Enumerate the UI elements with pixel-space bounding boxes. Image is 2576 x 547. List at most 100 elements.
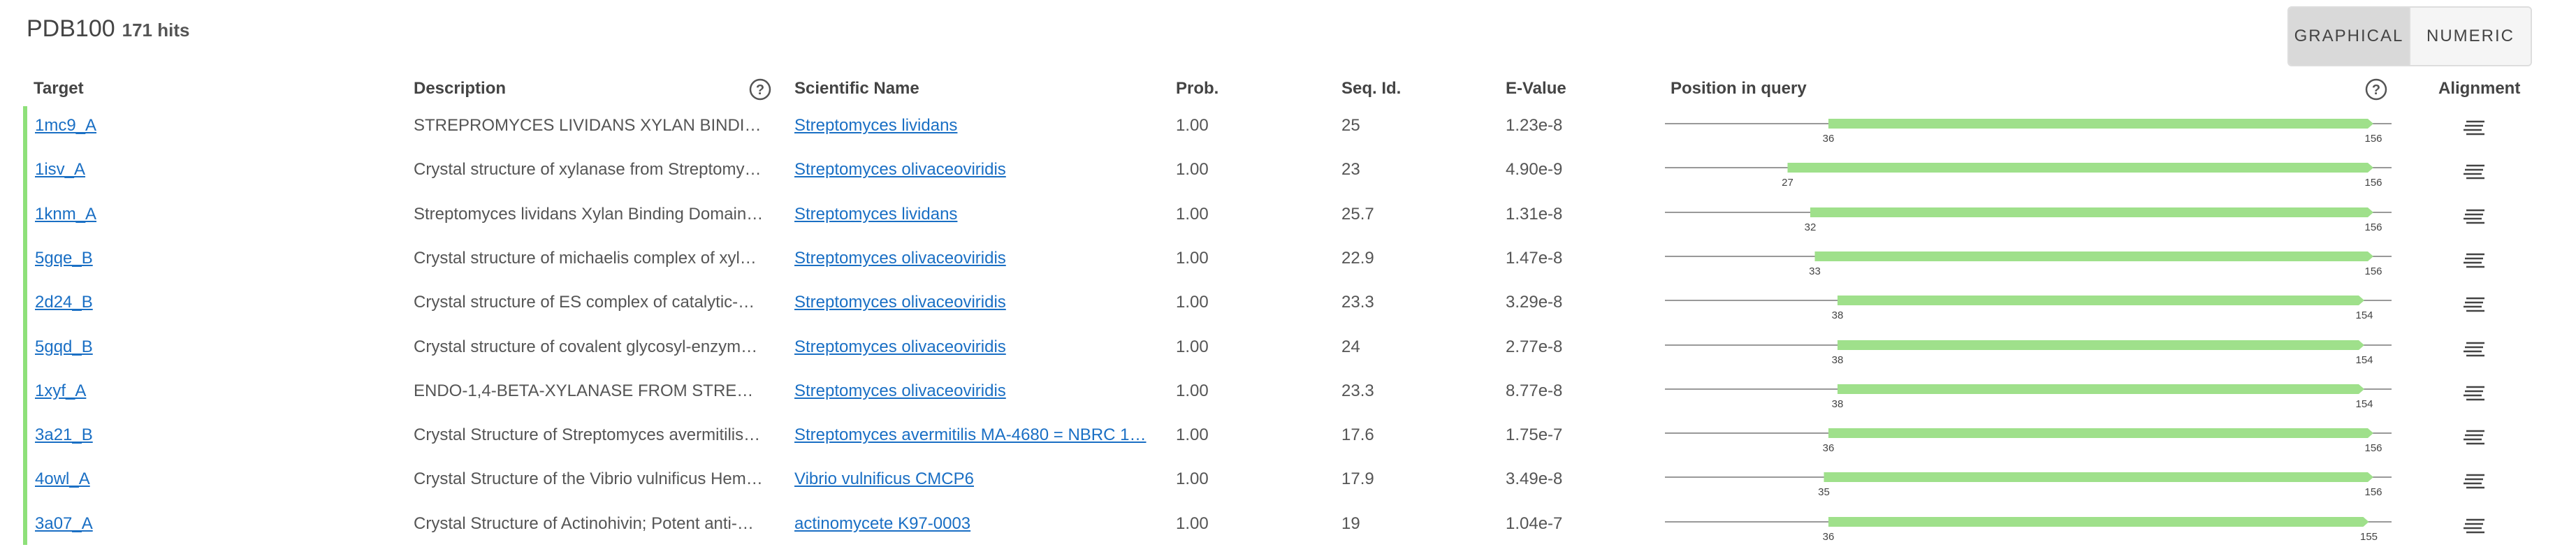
scientific-name-link[interactable]: actinomycete K97-0003 xyxy=(794,513,1165,535)
table-row[interactable]: 3a07_A Crystal Structure of Actinohivin; … xyxy=(0,503,2576,547)
query-position-track: 36 156 xyxy=(1665,119,2392,145)
aligned-region-bar[interactable] xyxy=(1787,163,2374,173)
table-row[interactable]: 5gqd_B Crystal structure of covalent glyc… xyxy=(0,326,2576,370)
table-row[interactable]: 5gqe_B Crystal structure of michaelis com… xyxy=(0,238,2576,282)
alignment-lines-icon[interactable] xyxy=(2464,428,2484,445)
target-link[interactable]: 1knm_A xyxy=(35,203,161,226)
aligned-region-bar[interactable] xyxy=(1828,119,2373,129)
column-header-prob[interactable]: Prob. xyxy=(1176,79,1218,99)
aligned-region-bar[interactable] xyxy=(1814,251,2374,261)
query-position-track: 36 155 xyxy=(1665,516,2392,543)
aligned-region-bar[interactable] xyxy=(1838,340,2364,350)
alignment-lines-icon[interactable] xyxy=(2464,251,2484,268)
target-link[interactable]: 1xyf_A xyxy=(35,380,161,402)
alignment-lines-icon[interactable] xyxy=(2464,340,2484,357)
alignment-lines-icon[interactable] xyxy=(2464,119,2484,136)
query-position-track: 32 156 xyxy=(1665,207,2392,233)
seq-id-value: 24 xyxy=(1341,337,1360,356)
alignment-lines-icon[interactable] xyxy=(2464,517,2484,534)
scientific-name-link[interactable]: Streptomyces olivaceoviridis xyxy=(794,291,1165,314)
graphical-toggle-button[interactable]: GRAPHICAL xyxy=(2289,8,2409,65)
help-icon[interactable]: ? xyxy=(2365,78,2387,101)
target-link[interactable]: 5gqd_B xyxy=(35,336,161,358)
svg-text:?: ? xyxy=(756,82,764,98)
hit-count: 171 hits xyxy=(122,20,190,41)
query-position-track: 33 156 xyxy=(1665,251,2392,277)
scientific-name-link[interactable]: Streptomyces avermitilis MA-4680 = NBRC … xyxy=(794,424,1165,446)
alignment-lines-icon[interactable] xyxy=(2464,296,2484,312)
alignment-lines-icon[interactable] xyxy=(2464,207,2484,224)
query-position-track: 36 156 xyxy=(1665,428,2392,454)
seq-id-value: 25 xyxy=(1341,116,1360,135)
scientific-name-link[interactable]: Vibrio vulnificus CMCP6 xyxy=(794,468,1165,490)
prob-value: 1.00 xyxy=(1176,204,1209,224)
scientific-name-link[interactable]: Streptomyces lividans xyxy=(794,203,1165,226)
start-position-label: 36 xyxy=(1823,133,1835,145)
seq-id-value: 23.3 xyxy=(1341,381,1374,400)
query-position-track: 27 156 xyxy=(1665,163,2392,189)
seq-id-value: 23.3 xyxy=(1341,293,1374,312)
scientific-name-link[interactable]: Streptomyces lividans xyxy=(794,115,1165,137)
table-row[interactable]: 1knm_A Streptomyces lividans Xylan Bindin… xyxy=(0,194,2576,238)
target-link[interactable]: 4owl_A xyxy=(35,468,161,490)
column-header-target[interactable]: Target xyxy=(34,79,84,99)
column-header-description[interactable]: Description xyxy=(414,79,506,99)
alignment-lines-icon[interactable] xyxy=(2464,472,2484,489)
target-link[interactable]: 3a21_B xyxy=(35,424,161,446)
column-header-alignment: Alignment xyxy=(2438,79,2521,98)
table-row[interactable]: 1isv_A Crystal structure of xylanase from… xyxy=(0,149,2576,193)
evalue-value: 3.29e-8 xyxy=(1506,293,1563,312)
target-link[interactable]: 3a07_A xyxy=(35,513,161,535)
column-header-scientific-name[interactable]: Scientific Name xyxy=(794,79,919,99)
target-link[interactable]: 5gqe_B xyxy=(35,247,161,270)
aligned-region-bar[interactable] xyxy=(1828,516,2369,527)
aligned-region-bar[interactable] xyxy=(1838,384,2364,394)
description-text: Crystal structure of xylanase from Strep… xyxy=(414,160,762,180)
table-row[interactable]: 1mc9_A STREPROMYCES LIVIDANS XYLAN BINDI…… xyxy=(0,105,2576,149)
table-row[interactable]: 3a21_B Crystal Structure of Streptomyces … xyxy=(0,414,2576,458)
prob-value: 1.00 xyxy=(1176,116,1209,135)
start-position-label: 38 xyxy=(1832,309,1844,321)
start-position-label: 38 xyxy=(1832,398,1844,410)
aligned-region-bar[interactable] xyxy=(1810,207,2373,217)
evalue-value: 1.23e-8 xyxy=(1506,116,1563,135)
scientific-name-link[interactable]: Streptomyces olivaceoviridis xyxy=(794,336,1165,358)
aligned-region-bar[interactable] xyxy=(1828,428,2373,439)
query-position-track: 38 154 xyxy=(1665,296,2392,321)
prob-value: 1.00 xyxy=(1176,293,1209,312)
target-link[interactable]: 1isv_A xyxy=(35,159,161,181)
scientific-name-link[interactable]: Streptomyces olivaceoviridis xyxy=(794,380,1165,402)
table-row[interactable]: 2d24_B Crystal structure of ES complex of… xyxy=(0,282,2576,326)
seq-id-value: 17.9 xyxy=(1341,469,1374,489)
prob-value: 1.00 xyxy=(1176,337,1209,356)
prob-value: 1.00 xyxy=(1176,160,1209,180)
aligned-region-bar[interactable] xyxy=(1824,472,2374,483)
description-text: STREPROMYCES LIVIDANS XYLAN BINDI… xyxy=(414,116,762,135)
description-text: Crystal Structure of Actinohivin; Potent… xyxy=(414,513,754,533)
query-position-track: 35 156 xyxy=(1665,472,2392,498)
column-header-evalue[interactable]: E-Value xyxy=(1506,79,1566,99)
evalue-value: 4.90e-9 xyxy=(1506,160,1563,180)
aligned-region-bar[interactable] xyxy=(1838,296,2364,306)
start-position-label: 36 xyxy=(1823,531,1835,543)
column-header-seq-id[interactable]: Seq. Id. xyxy=(1341,79,1401,99)
table-row[interactable]: 1xyf_A ENDO-1,4-BETA-XYLANASE FROM STRE… S… xyxy=(0,370,2576,414)
alignment-lines-icon[interactable] xyxy=(2464,163,2484,180)
description-text: ENDO-1,4-BETA-XYLANASE FROM STRE… xyxy=(414,381,754,400)
alignment-lines-icon[interactable] xyxy=(2464,384,2484,401)
evalue-value: 1.75e-7 xyxy=(1506,425,1563,445)
target-link[interactable]: 1mc9_A xyxy=(35,115,161,137)
target-link[interactable]: 2d24_B xyxy=(35,291,161,314)
start-position-label: 38 xyxy=(1832,354,1844,366)
column-header-position[interactable]: Position in query xyxy=(1671,79,1807,99)
scientific-name-link[interactable]: Streptomyces olivaceoviridis xyxy=(794,247,1165,270)
start-position-label: 35 xyxy=(1818,486,1830,498)
table-row[interactable]: 4owl_A Crystal Structure of the Vibrio vu… xyxy=(0,458,2576,502)
help-icon[interactable]: ? xyxy=(749,78,771,101)
numeric-toggle-button[interactable]: NUMERIC xyxy=(2409,8,2531,65)
end-position-label: 154 xyxy=(2355,398,2373,410)
evalue-value: 8.77e-8 xyxy=(1506,381,1563,400)
end-position-label: 156 xyxy=(2364,442,2382,454)
prob-value: 1.00 xyxy=(1176,425,1209,445)
scientific-name-link[interactable]: Streptomyces olivaceoviridis xyxy=(794,159,1165,181)
